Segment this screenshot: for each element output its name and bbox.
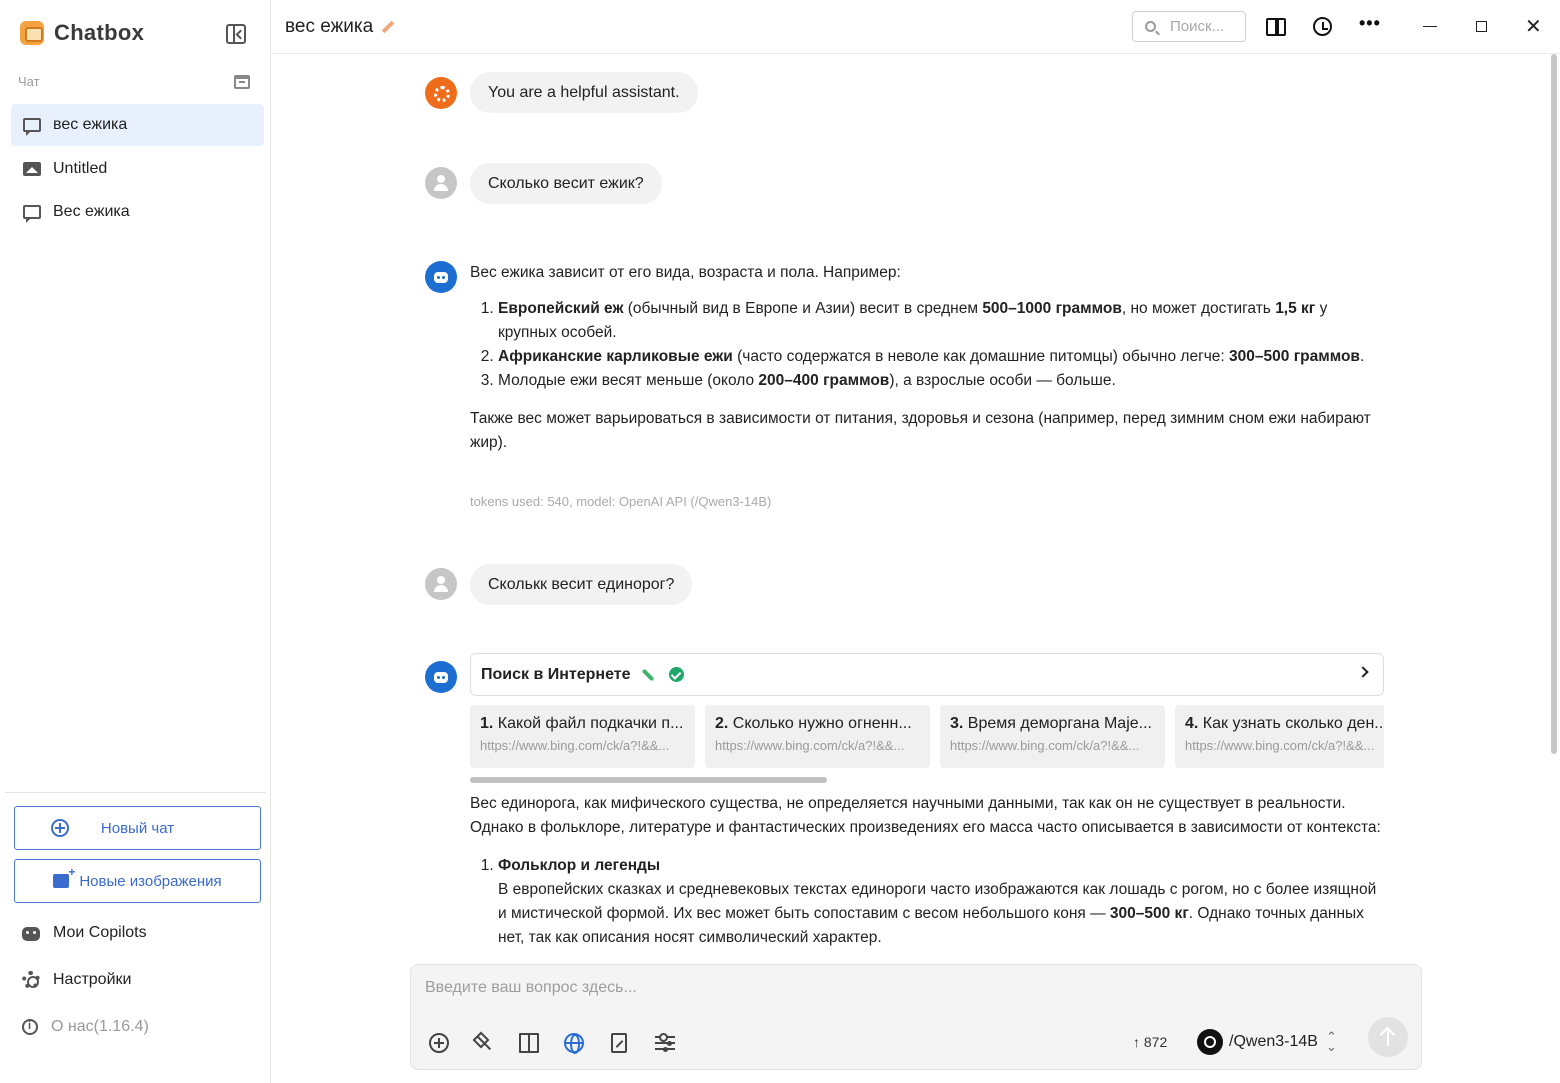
web-search-label: Поиск в Интернете [481,665,631,683]
search-result-card[interactable]: 3. Время деморгана Maje... https://www.b… [940,705,1165,768]
section-label: Чат [18,74,40,89]
user-message: Сколькк весит единорог? [470,564,693,605]
user-avatar-icon [425,167,457,199]
chat-item-label: вес ежика [53,116,128,133]
header: вес ежика Поиск... ••• ✕ [271,0,1560,54]
settings-sliders-icon[interactable] [655,1033,675,1053]
list-item: Африканские карликовые ежи (часто содерж… [498,345,1384,369]
web-browsing-icon[interactable] [564,1033,584,1054]
message-meta: tokens used: 540, model: OpenAI API (/Qw… [470,494,772,509]
sidebar-divider [5,792,266,793]
maximize-icon[interactable] [1476,21,1487,32]
answer-intro: Вес ежика зависит от его вида, возраста … [470,264,901,281]
info-icon [22,1019,38,1035]
knowledge-base-icon[interactable] [519,1033,539,1053]
model-logo-icon [1197,1029,1223,1055]
conversation: You are a helpful assistant. Сколько вес… [271,54,1560,1083]
search-input[interactable]: Поиск... [1132,11,1246,42]
settings-label: Настройки [53,971,132,988]
attach-file-icon[interactable] [611,1033,627,1053]
web-search-panel[interactable]: Поиск в Интернете [470,653,1384,696]
minimize-icon[interactable] [1423,26,1437,27]
close-icon[interactable]: ✕ [1525,17,1542,37]
assistant-message: Вес единорога, как мифического существа,… [470,792,1384,950]
chat-title[interactable]: вес ежика [285,16,395,38]
chevron-updown-icon: ⌃ ⌄ [1325,1029,1337,1054]
bot-avatar-icon [425,661,457,693]
add-attachment-icon[interactable] [429,1033,449,1053]
search-result-card[interactable]: 1. Какой файл подкачки п... https://www.… [470,705,695,768]
new-images-button[interactable]: Новые изображения [14,859,261,903]
search-results: 1. Какой файл подкачки п... https://www.… [470,705,1384,769]
new-chat-label: Новый чат [100,819,175,837]
composer: ↑ 872 /Qwen3-14B ⌃⌄ [410,964,1422,1070]
list-item: Европейский еж (обычный вид в Европе и А… [498,297,1384,345]
new-chat-button[interactable]: Новый чат [14,806,261,850]
system-message: You are a helpful assistant. [470,72,698,113]
pencil-icon[interactable] [381,20,395,34]
chat-bubble-icon [23,205,41,223]
system-avatar-icon [425,77,457,109]
assistant-message: Вес ежика зависит от его вида, возраста … [470,261,1384,455]
brand: Chatbox [20,20,144,46]
user-message: Сколько весит ежик? [470,163,662,204]
about-label: О нас(1.16.4) [51,1018,149,1035]
history-icon[interactable] [1313,17,1332,36]
chevron-right-icon[interactable] [1357,666,1369,678]
more-icon[interactable]: ••• [1359,13,1380,33]
app-name: Chatbox [54,20,145,45]
chat-item-active[interactable]: вес ежика [11,104,264,146]
robot-icon [22,927,40,941]
answer-outro: Также вес может варьироваться в зависимо… [470,410,1371,451]
check-circle-icon [668,667,684,682]
answer-list: Европейский еж (обычный вид в Европе и А… [498,297,1384,393]
chat-title-text: вес ежика [285,16,374,37]
archive-icon[interactable] [234,75,250,89]
new-images-label: Новые изображения [79,872,222,890]
add-image-icon [53,865,75,888]
chat-item-label: Untitled [53,159,108,177]
search-result-card[interactable]: 4. Как узнать сколько ден... https://www… [1175,705,1384,768]
search-result-card[interactable]: 2. Сколько нужно огненн... https://www.b… [705,705,930,768]
chatbox-logo-icon [20,21,44,45]
token-count: ↑ 872 [1133,1034,1168,1050]
split-view-icon[interactable] [1266,18,1286,36]
chat-item[interactable]: Вес ежика [11,191,264,233]
list-item: Молодые ежи весят меньше (около 200–400 … [498,369,1384,393]
answer-intro: Вес единорога, как мифического существа,… [470,795,1381,836]
answer-list: Фольклор и легенды В европейских сказках… [498,854,1384,950]
results-scrollbar[interactable] [470,777,827,783]
send-button[interactable] [1368,1017,1408,1057]
search-placeholder: Поиск... [1170,18,1225,35]
about-link[interactable]: О нас(1.16.4) [22,1018,149,1036]
bot-avatar-icon [425,261,457,293]
chat-bubble-icon [23,118,41,136]
collapse-sidebar-icon[interactable] [226,24,246,44]
chat-item[interactable]: Untitled [11,148,264,190]
my-copilots-label: Мои Copilots [53,924,147,941]
list-item: Фольклор и легенды В европейских сказках… [498,854,1384,950]
message-input[interactable] [425,979,1405,997]
chat-item-label: Вес ежика [53,203,130,220]
tools-icon[interactable] [473,1033,493,1053]
my-copilots-link[interactable]: Мои Copilots [22,924,147,942]
chat-list: вес ежика Untitled Вес ежика [11,104,264,235]
plus-circle-icon [51,819,69,837]
search-icon [1145,21,1156,32]
wrench-icon [641,668,654,681]
input-fade [271,944,1560,966]
gear-icon [22,971,40,989]
sidebar: Chatbox Чат вес ежика Untitled Вес ежика… [0,0,271,1083]
model-selector[interactable]: /Qwen3-14B ⌃ ⌄ [1197,1029,1337,1055]
vertical-scrollbar[interactable] [1551,54,1557,754]
settings-link[interactable]: Настройки [22,971,131,989]
model-name: /Qwen3-14B [1229,1033,1318,1050]
image-icon [23,161,41,176]
user-avatar-icon [425,568,457,600]
